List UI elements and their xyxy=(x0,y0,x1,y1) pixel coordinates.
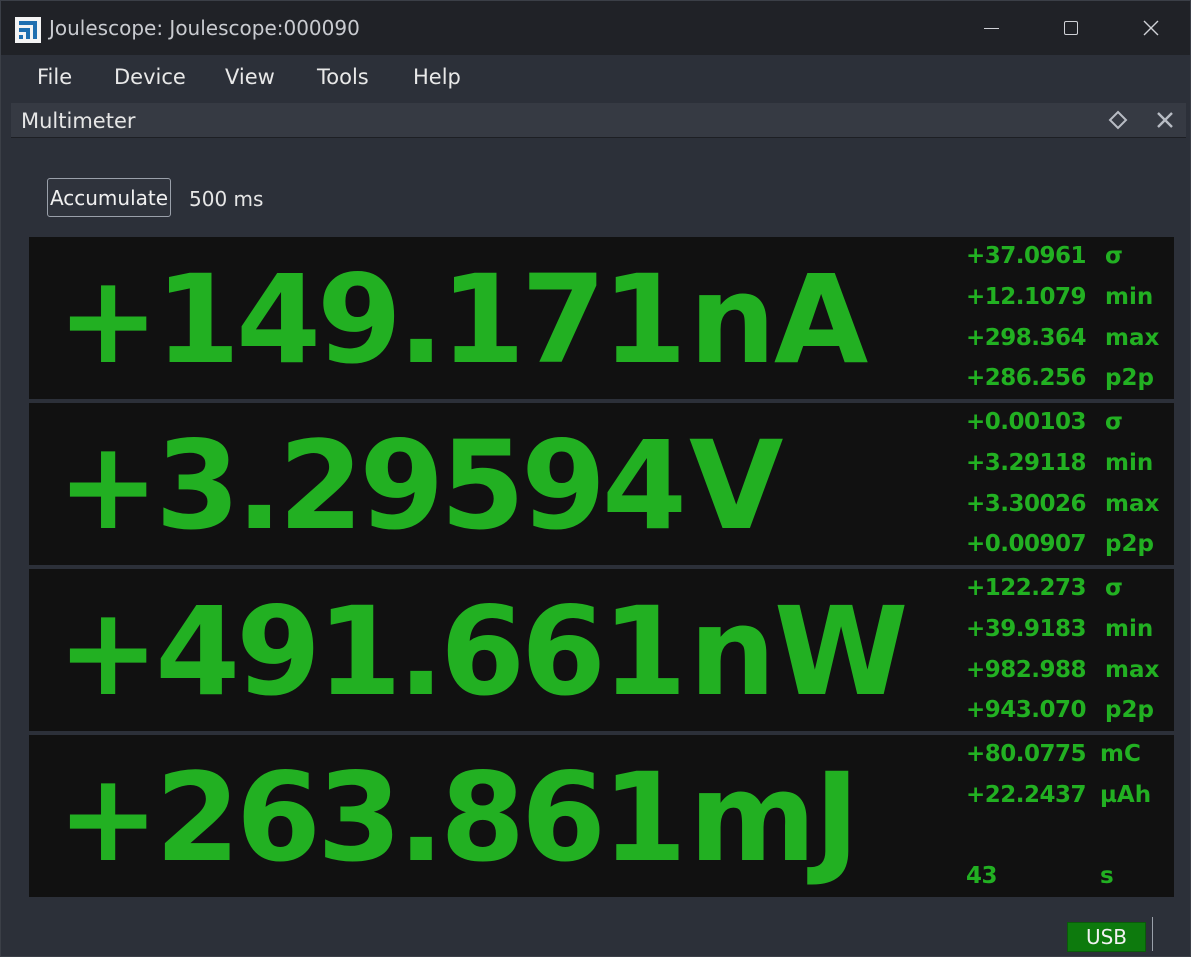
power-max-value: +982.988 xyxy=(966,657,1087,683)
dock-close-button[interactable] xyxy=(1153,108,1177,132)
voltage-min-value: +3.29118 xyxy=(966,450,1087,476)
power-sigma-value: +122.273 xyxy=(966,575,1087,601)
menu-view[interactable]: View xyxy=(225,65,275,89)
current-max-value: +298.364 xyxy=(966,325,1087,351)
interval-label: 500 ms xyxy=(189,187,264,211)
power-meter-panel: +491.661 nW +122.273 σ +39.9183 min +982… xyxy=(29,569,1174,731)
current-sigma-label: σ xyxy=(1105,243,1123,269)
power-min-label: min xyxy=(1105,616,1154,642)
energy-value: +263.861 xyxy=(57,747,687,889)
menu-device[interactable]: Device xyxy=(114,65,186,89)
voltage-unit: V xyxy=(689,415,783,557)
menu-bar: File Device View Tools Help xyxy=(1,55,1190,101)
power-value: +491.661 xyxy=(57,581,687,723)
multimeter-dock-header[interactable]: Multimeter xyxy=(11,103,1186,138)
amp-hours-value: +22.2437 xyxy=(966,782,1087,808)
menu-file[interactable]: File xyxy=(37,65,72,89)
current-min-value: +12.1079 xyxy=(966,284,1087,310)
close-icon xyxy=(1157,112,1173,128)
current-p2p-value: +286.256 xyxy=(966,365,1087,391)
voltage-sigma-label: σ xyxy=(1105,409,1123,435)
current-p2p-label: p2p xyxy=(1105,365,1154,391)
voltage-p2p-value: +0.00907 xyxy=(966,531,1087,557)
float-diamond-icon xyxy=(1108,110,1128,130)
app-window: Joulescope: Joulescope:000090 File Devic… xyxy=(0,0,1191,957)
power-min-value: +39.9183 xyxy=(966,616,1087,642)
minimize-button[interactable] xyxy=(951,1,1031,55)
energy-meter-panel: +263.861 mJ +80.0775 mC +22.2437 µAh 43 … xyxy=(29,735,1174,897)
current-sigma-value: +37.0961 xyxy=(966,243,1087,269)
title-bar[interactable]: Joulescope: Joulescope:000090 xyxy=(1,1,1190,55)
accumulate-button[interactable]: Accumulate xyxy=(47,178,171,217)
current-unit: nA xyxy=(689,249,868,391)
window-close-button[interactable] xyxy=(1111,1,1191,55)
charge-unit-label: mC xyxy=(1100,741,1141,767)
voltage-min-label: min xyxy=(1105,450,1154,476)
dock-title: Multimeter xyxy=(21,109,136,133)
maximize-button[interactable] xyxy=(1031,1,1111,55)
power-unit: nW xyxy=(689,581,908,723)
current-min-label: min xyxy=(1105,284,1154,310)
power-max-label: max xyxy=(1105,657,1160,683)
voltage-meter-panel: +3.29594 V +0.00103 σ +3.29118 min +3.30… xyxy=(29,403,1174,565)
maximize-icon xyxy=(1064,21,1078,35)
voltage-max-label: max xyxy=(1105,491,1160,517)
power-p2p-value: +943.070 xyxy=(966,697,1087,723)
voltage-max-value: +3.30026 xyxy=(966,491,1087,517)
charge-value: +80.0775 xyxy=(966,741,1087,767)
joulescope-logo-icon xyxy=(15,17,41,43)
minimize-icon xyxy=(983,27,999,29)
window-title: Joulescope: Joulescope:000090 xyxy=(49,16,360,40)
voltage-value: +3.29594 xyxy=(57,415,687,557)
current-value: +149.171 xyxy=(57,249,687,391)
menu-tools[interactable]: Tools xyxy=(317,65,369,89)
dock-float-button[interactable] xyxy=(1107,109,1129,131)
current-meter-panel: +149.171 nA +37.0961 σ +12.1079 min +298… xyxy=(29,237,1174,399)
power-sigma-label: σ xyxy=(1105,575,1123,601)
status-separator xyxy=(1152,917,1153,951)
voltage-sigma-value: +0.00103 xyxy=(966,409,1087,435)
power-p2p-label: p2p xyxy=(1105,697,1154,723)
amp-hours-unit-label: µAh xyxy=(1100,782,1152,808)
voltage-p2p-label: p2p xyxy=(1105,531,1154,557)
close-icon xyxy=(1143,20,1159,36)
energy-unit: mJ xyxy=(689,747,860,889)
accumulation-time-unit: s xyxy=(1100,863,1114,889)
usb-status-badge: USB xyxy=(1067,922,1146,952)
accumulation-time-value: 43 xyxy=(966,863,998,889)
current-max-label: max xyxy=(1105,325,1160,351)
menu-help[interactable]: Help xyxy=(413,65,461,89)
